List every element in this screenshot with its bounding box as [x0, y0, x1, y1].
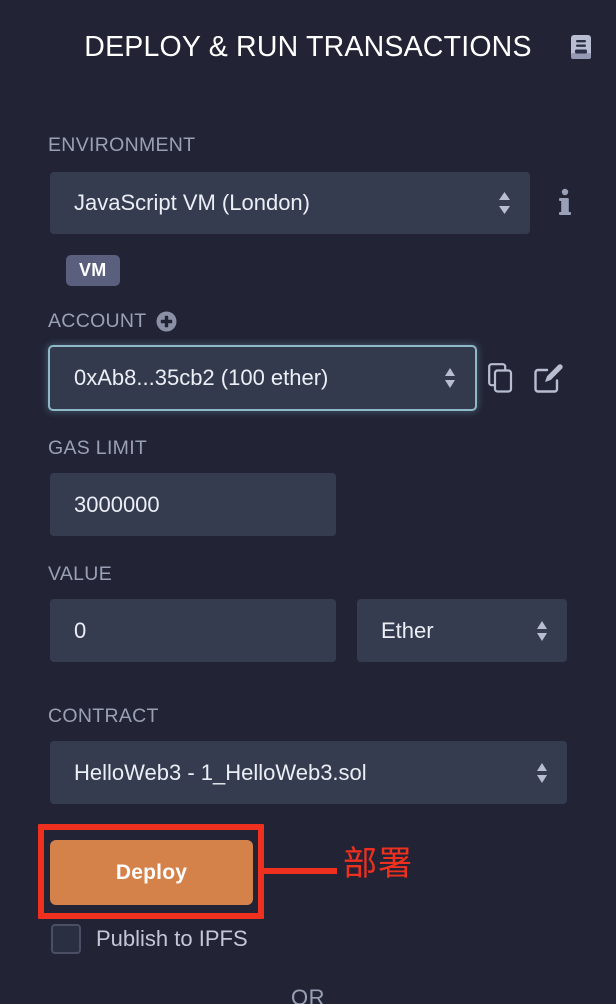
account-select[interactable]: 0xAb8...35cb2 (100 ether): [50, 347, 475, 409]
chevron-updown-icon: [535, 760, 549, 786]
gas-limit-value: 3000000: [74, 491, 160, 517]
publish-to-ipfs-row[interactable]: Publish to IPFS: [51, 924, 248, 954]
account-label: ACCOUNT: [48, 310, 177, 333]
gas-limit-label-text: GAS LIMIT: [48, 437, 148, 459]
value-input[interactable]: 0: [50, 599, 336, 662]
panel-header: DEPLOY & RUN TRANSACTIONS: [0, 22, 616, 72]
contract-select-value: HelloWeb3 - 1_HelloWeb3.sol: [74, 759, 367, 785]
value-unit-select[interactable]: Ether: [357, 599, 567, 662]
publish-to-ipfs-label: Publish to IPFS: [96, 926, 248, 951]
value-label: VALUE: [48, 563, 112, 586]
gas-limit-label: GAS LIMIT: [48, 437, 147, 460]
info-icon[interactable]: [552, 186, 578, 218]
contract-select[interactable]: HelloWeb3 - 1_HelloWeb3.sol: [50, 741, 567, 804]
publish-to-ipfs-checkbox[interactable]: [51, 924, 81, 954]
deploy-button[interactable]: Deploy: [50, 840, 253, 905]
chevron-updown-icon: [443, 365, 457, 391]
gas-limit-input[interactable]: 3000000: [50, 473, 336, 536]
copy-icon[interactable]: [487, 362, 517, 394]
environment-select-value: JavaScript VM (London): [74, 190, 310, 215]
account-label-text: ACCOUNT: [48, 310, 147, 332]
value-amount: 0: [74, 617, 87, 643]
value-label-text: VALUE: [48, 563, 112, 585]
chevron-updown-icon: [497, 190, 512, 216]
or-divider-label: OR: [291, 985, 325, 1004]
chevron-updown-icon: [535, 618, 549, 644]
vm-badge: VM: [66, 255, 120, 286]
plus-circle-icon[interactable]: [156, 311, 177, 332]
deploy-run-transactions-panel: DEPLOY & RUN TRANSACTIONS ENVIRONMENT Ja…: [0, 0, 616, 1004]
contract-label-text: CONTRACT: [48, 705, 159, 727]
account-select-value: 0xAb8...35cb2 (100 ether): [74, 365, 329, 390]
environment-label-text: ENVIRONMENT: [48, 134, 196, 156]
value-unit-value: Ether: [381, 617, 434, 643]
page-title: DEPLOY & RUN TRANSACTIONS: [84, 30, 532, 63]
environment-select[interactable]: JavaScript VM (London): [50, 172, 530, 234]
edit-icon[interactable]: [533, 361, 565, 395]
annotation-pointer-line: [264, 868, 337, 874]
contract-label: CONTRACT: [48, 705, 159, 728]
book-icon[interactable]: [568, 32, 594, 62]
annotation-label: 部署: [343, 845, 413, 883]
environment-label: ENVIRONMENT: [48, 134, 195, 157]
